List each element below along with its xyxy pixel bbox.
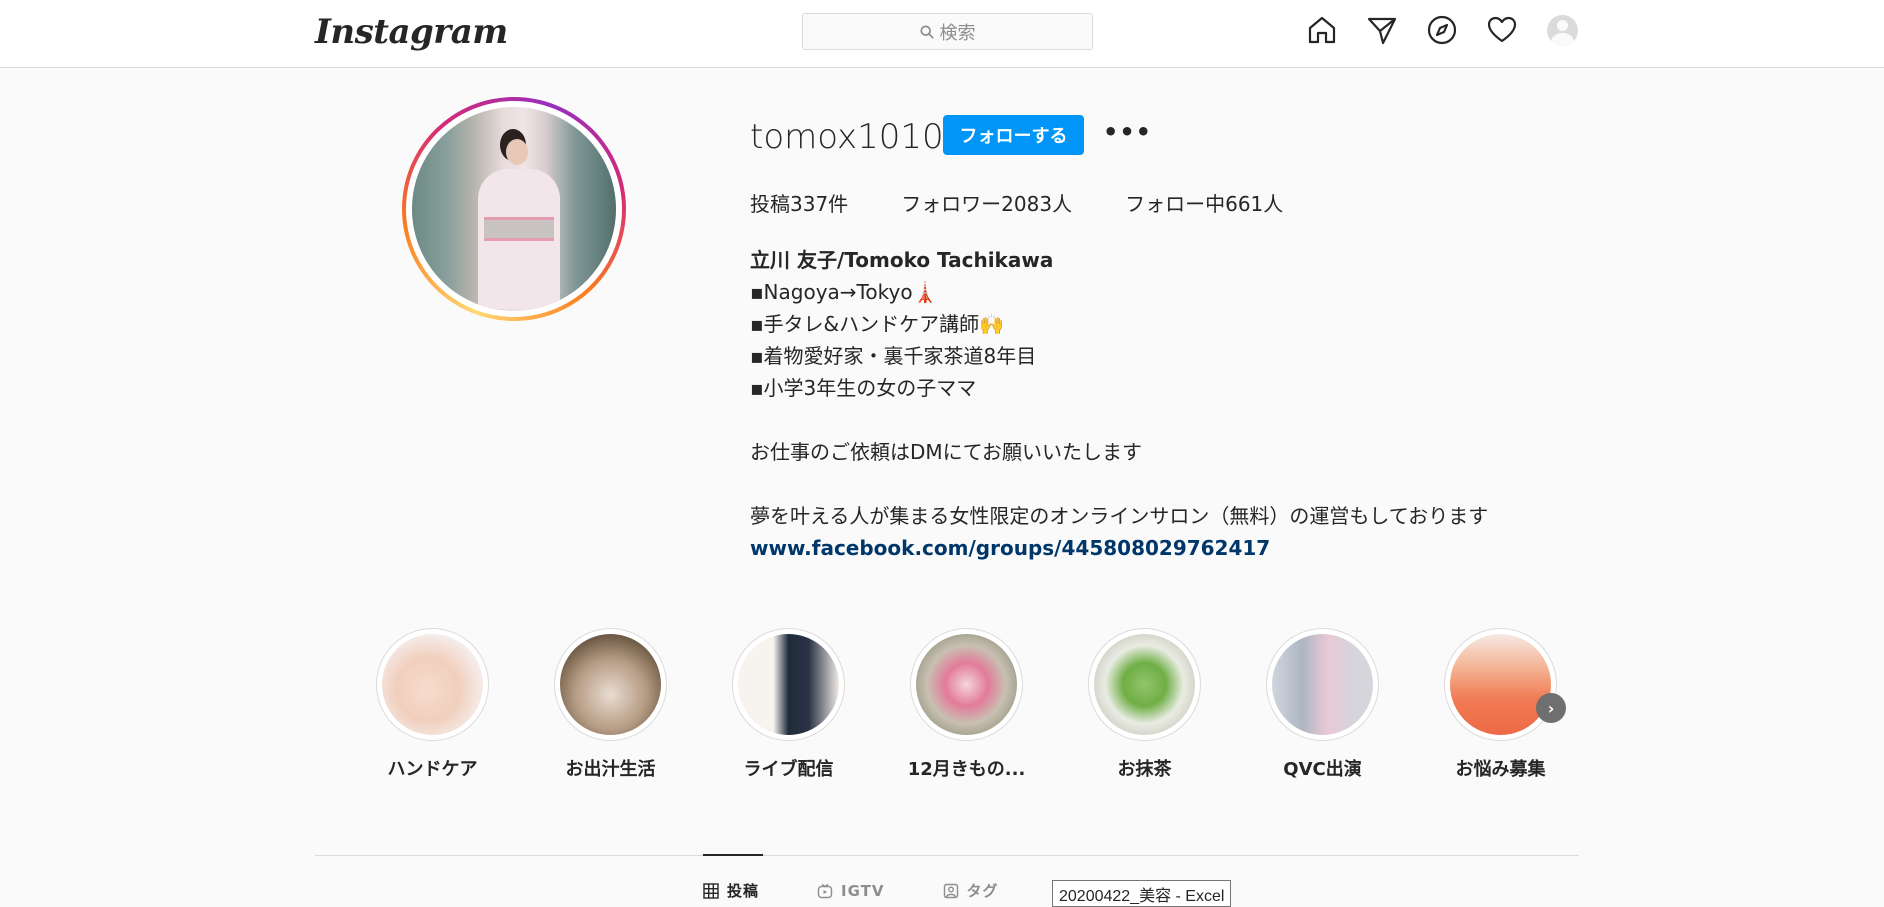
tab-posts-label: 投稿 — [727, 882, 760, 900]
paper-plane-icon — [1367, 17, 1397, 45]
bio-line: ▪︎手タレ&ハンドケア講師🙌 — [750, 312, 1005, 336]
highlight-cover — [916, 634, 1017, 735]
highlight-label: 12月きもの... — [907, 759, 1026, 780]
explore-button[interactable] — [1426, 14, 1458, 46]
home-icon — [1308, 16, 1336, 44]
highlight-item[interactable]: お出汁生活 — [554, 628, 667, 781]
top-navigation-bar: Instagram 検索 — [0, 0, 1884, 68]
grid-icon — [703, 882, 719, 899]
profile-picture-frame — [406, 101, 622, 317]
nav-icons — [1306, 14, 1578, 46]
bio-link[interactable]: www.facebook.com/groups/445808029762417 — [750, 532, 1488, 564]
search-icon — [919, 24, 934, 39]
tab-igtv[interactable]: IGTV — [817, 880, 884, 901]
follow-button[interactable]: フォローする — [943, 115, 1084, 155]
profile-username: tomox1010 — [750, 117, 944, 157]
highlight-cover — [1272, 634, 1373, 735]
compass-icon — [1427, 15, 1457, 45]
profile-photo — [412, 107, 616, 311]
avatar — [1546, 14, 1578, 46]
highlight-label: お抹茶 — [1117, 759, 1172, 780]
highlight-label: お悩み募集 — [1455, 759, 1546, 780]
highlight-cover — [382, 634, 483, 735]
highlight-item[interactable]: QVC出演 — [1266, 628, 1379, 781]
posts-count: 投稿337件 — [750, 192, 849, 216]
highlight-cover — [1450, 634, 1551, 735]
profile-picture[interactable] — [402, 97, 626, 321]
bio-line: ▪︎Nagoya→Tokyo🗼 — [750, 280, 938, 304]
following-count[interactable]: フォロー中661人 — [1125, 188, 1283, 217]
highlight-label: ハンドケア — [387, 759, 478, 780]
search-input[interactable]: 検索 — [802, 13, 1093, 50]
highlight-ring — [1266, 628, 1379, 741]
search-placeholder: 検索 — [939, 22, 976, 44]
more-options-button[interactable]: ••• — [1103, 118, 1152, 146]
profile-bio: 立川 友子/Tomoko Tachikawa ▪︎Nagoya→Tokyo🗼 ▪… — [750, 244, 1488, 564]
highlight-ring — [554, 628, 667, 741]
photo-face-shape — [506, 139, 528, 165]
profile-stats: 投稿337件 フォロワー2083人 フォロー中661人 — [750, 188, 1336, 217]
tabs-divider — [315, 855, 1579, 856]
heart-icon — [1487, 16, 1517, 43]
tab-posts[interactable]: 投稿 — [703, 880, 759, 901]
highlight-ring — [732, 628, 845, 741]
tab-tagged-label: タグ — [966, 882, 999, 900]
highlight-cover — [1094, 634, 1195, 735]
highlight-cover — [560, 634, 661, 735]
followers-count[interactable]: フォロワー2083人 — [901, 188, 1072, 217]
highlight-label: QVC出演 — [1283, 759, 1362, 780]
highlight-ring — [1088, 628, 1201, 741]
highlight-item[interactable]: ライブ配信 — [732, 628, 845, 781]
highlights-next-button[interactable]: › — [1536, 693, 1566, 723]
profile-tabs: 投稿 IGTV タグ — [703, 880, 999, 901]
highlight-ring — [910, 628, 1023, 741]
instagram-logo[interactable]: Instagram — [315, 12, 508, 52]
bio-spacer — [750, 468, 1488, 500]
highlight-ring — [1444, 628, 1557, 741]
full-name: 立川 友子/Tomoko Tachikawa — [750, 248, 1054, 272]
tab-tagged[interactable]: タグ — [943, 880, 999, 901]
tagged-icon — [943, 883, 958, 898]
highlight-item[interactable]: お抹茶 — [1088, 628, 1201, 781]
bio-line: ▪︎着物愛好家・裏千家茶道8年目 — [750, 344, 1037, 368]
highlight-label: ライブ配信 — [743, 759, 834, 780]
bio-line: ▪︎小学3年生の女の子ママ — [750, 376, 977, 400]
highlight-item[interactable]: ハンドケア — [376, 628, 489, 781]
home-button[interactable] — [1306, 14, 1338, 46]
highlight-item[interactable]: 12月きもの... — [907, 628, 1026, 781]
activity-button[interactable] — [1486, 14, 1518, 46]
tab-igtv-label: IGTV — [841, 881, 885, 900]
highlight-label: お出汁生活 — [565, 759, 656, 780]
taskbar-tooltip: 20200422_美容 - Excel — [1052, 880, 1232, 907]
profile-button[interactable] — [1546, 14, 1578, 46]
highlight-ring — [376, 628, 489, 741]
igtv-icon — [817, 883, 833, 898]
photo-obi-shape — [484, 217, 554, 241]
direct-button[interactable] — [1366, 14, 1398, 46]
chevron-right-icon: › — [1547, 698, 1555, 718]
story-highlights: ハンドケア お出汁生活 ライブ配信 12月きもの... お抹茶 QVC出演 お悩… — [376, 628, 1557, 781]
bio-line: お仕事のご依頼はDMにてお願いいたします — [750, 440, 1143, 464]
bio-spacer — [750, 404, 1488, 436]
active-tab-indicator — [703, 854, 763, 856]
bio-line: 夢を叶える人が集まる女性限定のオンラインサロン（無料）の運営もしております — [750, 504, 1489, 528]
highlight-cover — [738, 634, 839, 735]
